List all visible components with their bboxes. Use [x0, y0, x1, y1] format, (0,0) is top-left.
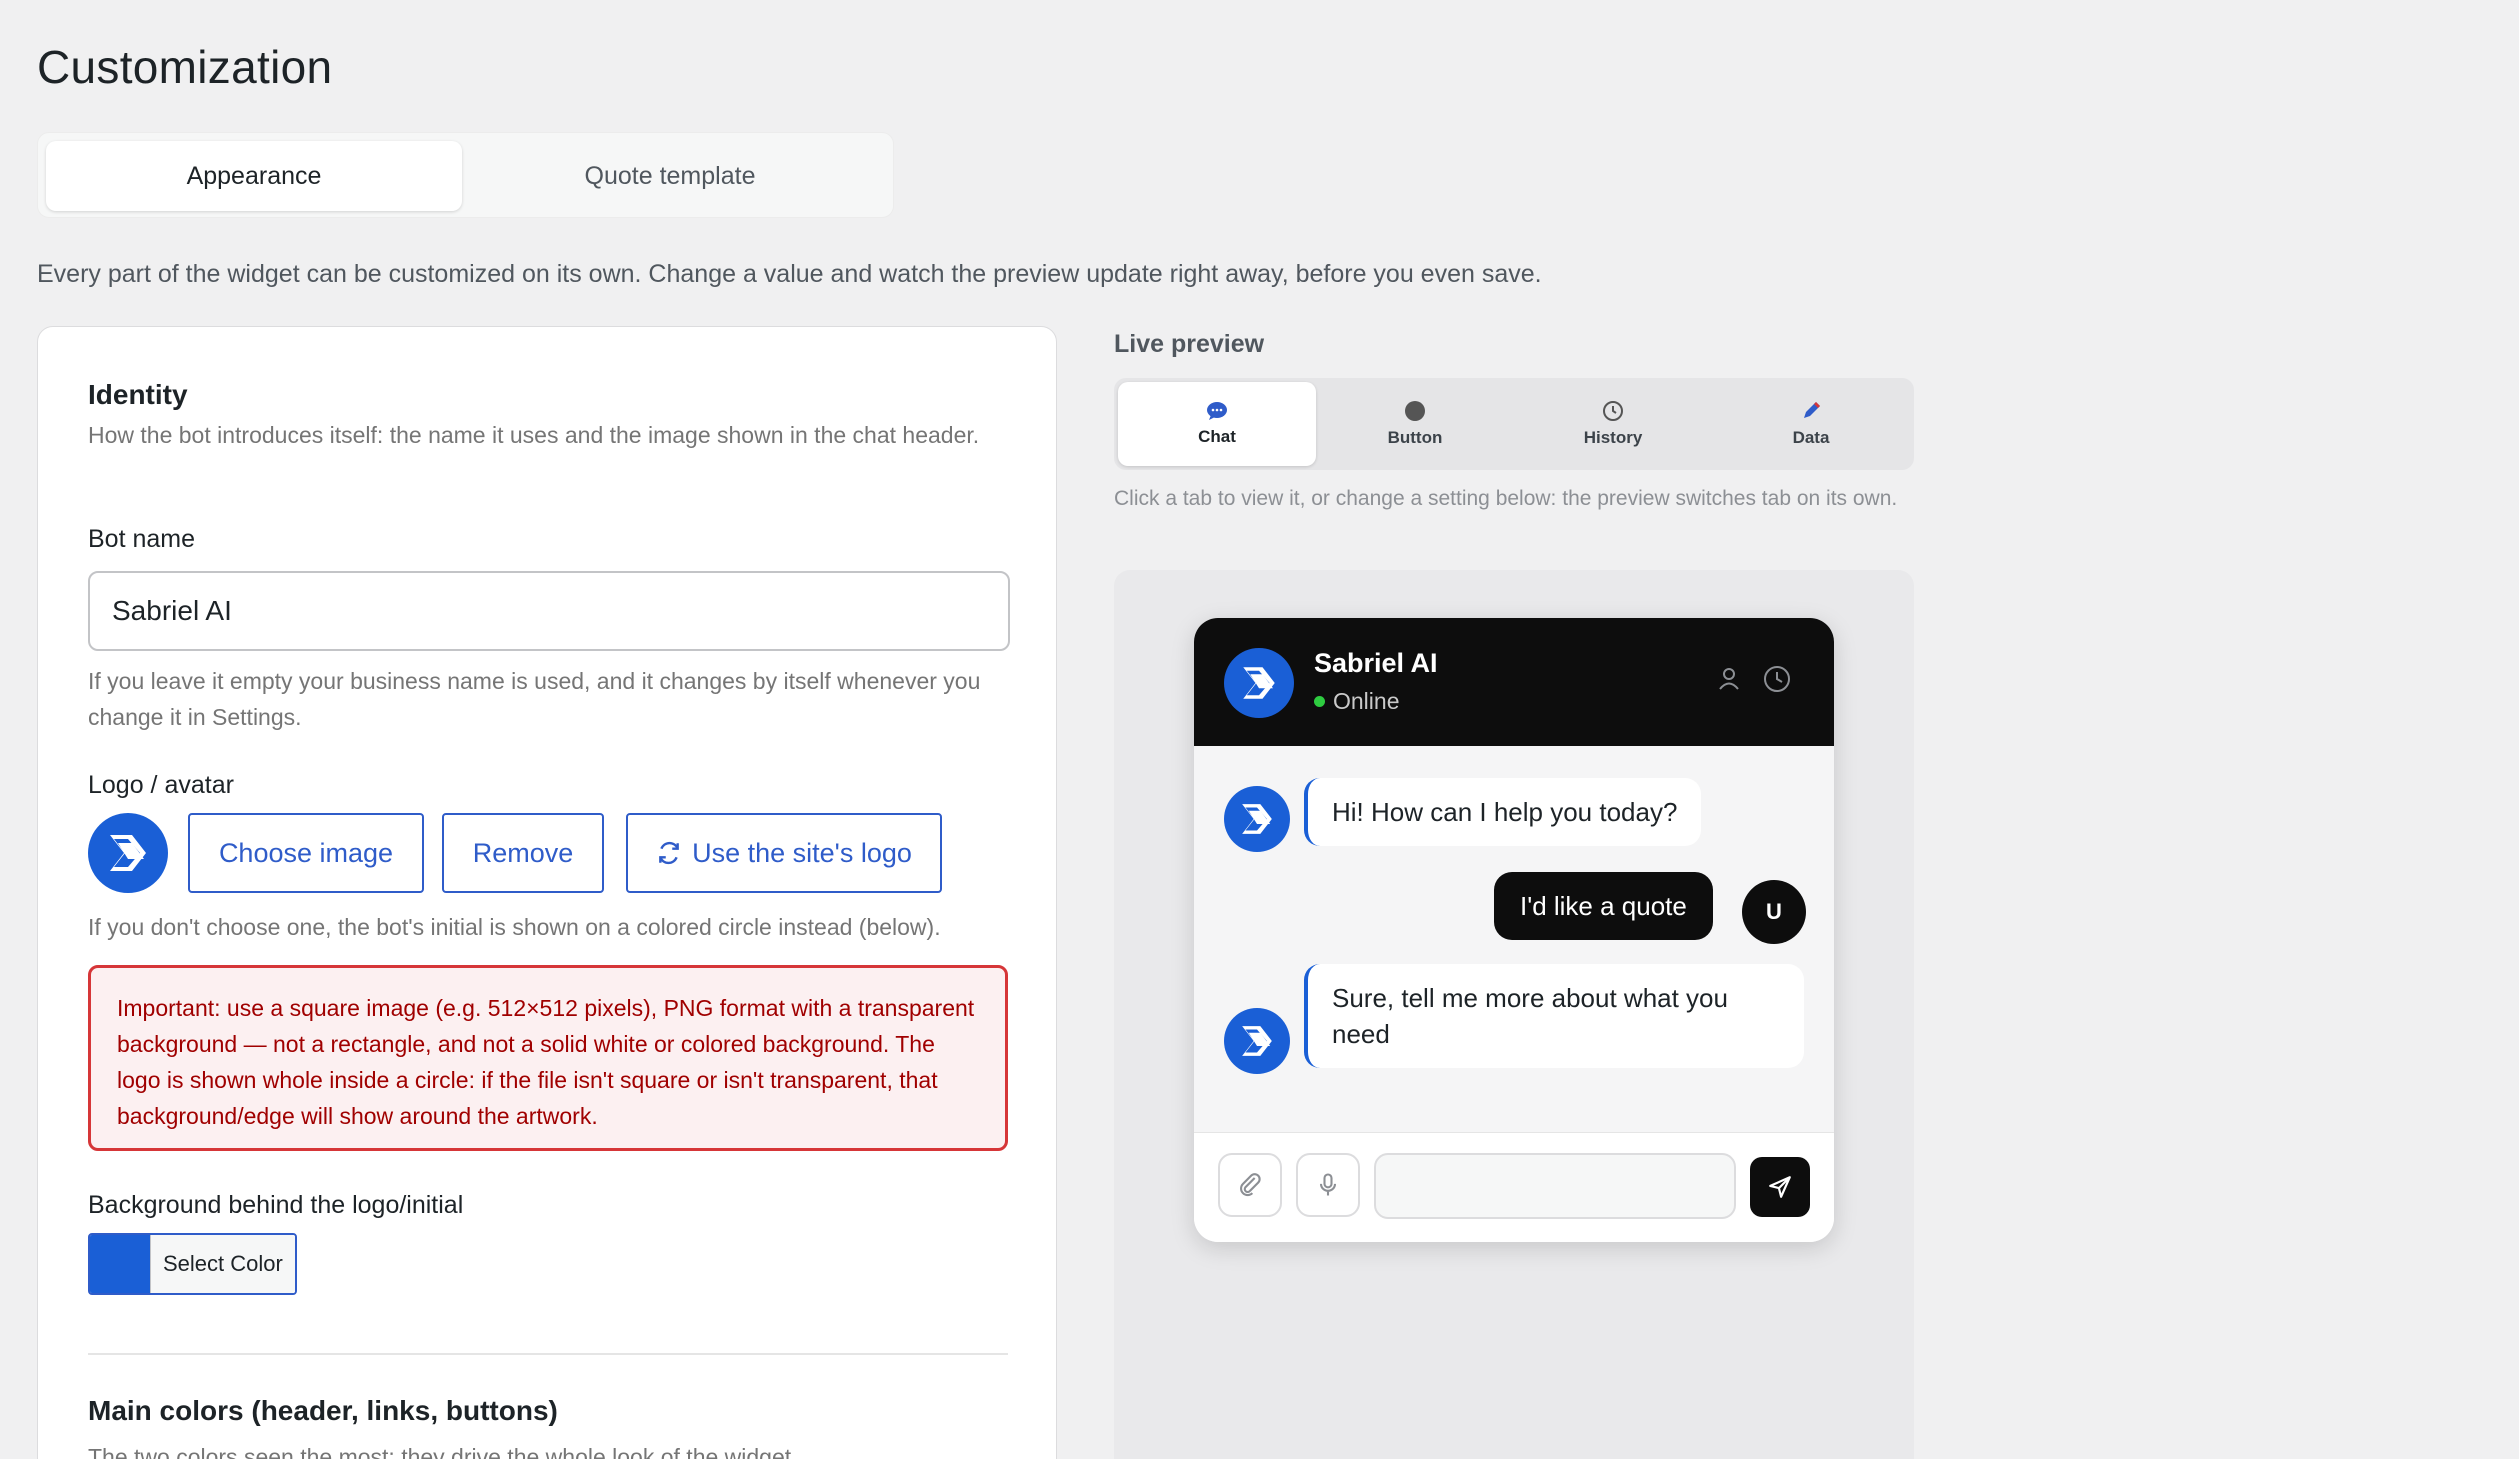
chat-header: Sabriel AI Online: [1194, 618, 1834, 746]
preview-tab-history-label: History: [1583, 428, 1643, 447]
preview-tabs: Chat Button History Data: [1114, 378, 1914, 470]
logo-bg-label: Background behind the logo/initial: [88, 1191, 464, 1219]
section-divider: [88, 1353, 1008, 1355]
logo-bg-color-picker[interactable]: Select Color: [88, 1233, 297, 1295]
identity-card: Identity How the bot introduces itself: …: [37, 326, 1057, 1459]
choose-image-label: Choose image: [218, 837, 394, 868]
main-colors-title: Main colors (header, links, buttons): [88, 1395, 558, 1426]
user-icon[interactable]: [1714, 664, 1744, 694]
send-icon: [1769, 1176, 1791, 1198]
bot-avatar-icon: [1224, 786, 1290, 852]
pencil-icon: [1804, 402, 1820, 418]
chat-message-user: I'd like a quote: [1494, 872, 1713, 940]
microphone-button[interactable]: [1296, 1153, 1360, 1217]
remove-logo-button[interactable]: Remove: [442, 813, 604, 893]
logo-bg-color-swatch[interactable]: [90, 1235, 150, 1293]
logo-help: If you don't choose one, the bot's initi…: [88, 914, 941, 940]
chat-widget: Sabriel AI Online Hi! How can I help you…: [1194, 618, 1834, 1242]
tab-quote-template[interactable]: Quote template: [462, 141, 878, 211]
bot-name-label: Bot name: [88, 525, 196, 553]
identity-description: How the bot introduces itself: the name …: [88, 422, 980, 448]
main-colors-description: The two colors seen the most: they drive…: [88, 1444, 798, 1459]
chat-bot-name: Sabriel AI: [1314, 648, 1438, 678]
chat-message-bot: Sure, tell me more about what you need: [1304, 964, 1804, 1068]
live-preview-title: Live preview: [1114, 330, 1265, 358]
bot-logo-icon: [1224, 648, 1294, 718]
select-color-button[interactable]: Select Color: [150, 1235, 295, 1293]
choose-image-button[interactable]: Choose image: [188, 813, 424, 893]
tab-appearance[interactable]: Appearance: [46, 141, 462, 211]
logo-avatar-icon: [88, 813, 168, 893]
paperclip-icon: [1240, 1173, 1261, 1197]
online-dot-icon: [1314, 696, 1325, 707]
use-site-logo-label: Use the site's logo: [692, 837, 912, 868]
remove-logo-label: Remove: [472, 837, 574, 868]
logo-notice: Important: use a square image (e.g. 512×…: [88, 965, 1008, 1151]
settings-tabs: Appearance Quote template: [37, 132, 894, 218]
preview-tab-data[interactable]: Data: [1712, 382, 1910, 466]
chat-status-label: Online: [1333, 688, 1400, 714]
preview-tab-chat-label: Chat: [1198, 427, 1236, 446]
chat-message-bot: Hi! How can I help you today?: [1304, 778, 1702, 846]
identity-title: Identity: [88, 379, 188, 410]
send-button[interactable]: [1750, 1157, 1810, 1217]
bot-name-input[interactable]: [88, 571, 1010, 651]
logo-label: Logo / avatar: [88, 771, 234, 799]
preview-tab-data-label: Data: [1792, 428, 1830, 447]
history-clock-icon[interactable]: [1762, 664, 1792, 694]
bot-name-help: If you leave it empty your business name…: [88, 668, 981, 730]
intro-text: Every part of the widget can be customiz…: [37, 260, 1542, 288]
circle-icon: [1405, 401, 1425, 421]
microphone-icon: [1319, 1173, 1337, 1196]
bot-avatar-icon: [1224, 1008, 1290, 1074]
preview-tab-history[interactable]: History: [1514, 382, 1712, 466]
preview-help: Click a tab to view it, or change a sett…: [1114, 487, 1898, 510]
user-avatar: U: [1742, 880, 1806, 944]
page-title: Customization: [37, 41, 333, 93]
refresh-icon: [659, 841, 679, 865]
chat-bubble-icon: [1207, 402, 1227, 420]
use-site-logo-button[interactable]: Use the site's logo: [626, 813, 942, 893]
preview-tab-button-label: Button: [1387, 428, 1443, 447]
attach-button[interactable]: [1218, 1153, 1282, 1217]
preview-tab-button[interactable]: Button: [1316, 382, 1514, 466]
chat-status: Online: [1314, 688, 1399, 715]
preview-area: Sabriel AI Online Hi! How can I help you…: [1114, 570, 1914, 1459]
clock-icon: [1603, 401, 1623, 421]
chat-message-input[interactable]: [1374, 1153, 1736, 1219]
preview-tab-chat[interactable]: Chat: [1118, 382, 1316, 466]
chat-footer: [1194, 1132, 1834, 1242]
